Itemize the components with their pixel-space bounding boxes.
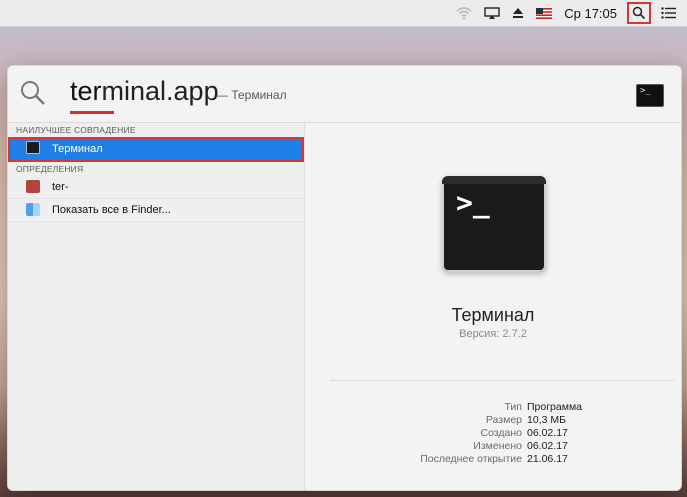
section-header-definitions: ОПРЕДЕЛЕНИЯ <box>16 164 84 174</box>
terminal-prompt-glyph: >_ <box>456 186 490 219</box>
result-show-all-in-finder[interactable]: Показать все в Finder... <box>8 199 304 222</box>
spotlight-window: terminal.app — Терминал НАИЛУЧШЕЕ СОВПАД… <box>7 65 682 491</box>
preview-app-name: Терминал <box>451 305 535 325</box>
eject-icon[interactable] <box>512 2 524 24</box>
search-icon <box>18 78 48 113</box>
meta-key: Тип <box>504 401 522 413</box>
result-label: Терминал <box>52 143 103 155</box>
query-highlight-underline <box>70 111 114 114</box>
meta-key: Последнее открытие <box>420 453 522 465</box>
meta-row-size: Размер 10,3 МБ <box>305 414 681 427</box>
meta-value: 10,3 МБ <box>527 414 566 426</box>
meta-value: 06.02.17 <box>527 427 568 439</box>
finder-icon <box>26 203 40 216</box>
airplay-icon[interactable] <box>484 2 500 24</box>
results-list: НАИЛУЧШЕЕ СОВПАДЕНИЕ Терминал ОПРЕДЕЛЕНИ… <box>8 123 305 490</box>
spotlight-search-bar[interactable]: terminal.app — Терминал <box>8 66 681 123</box>
meta-value: Программа <box>527 401 583 413</box>
meta-row-last-opened: Последнее открытие 21.06.17 <box>305 453 681 466</box>
spotlight-search-icon[interactable] <box>627 2 651 24</box>
query-hint: — Терминал <box>216 88 287 102</box>
menu-bar: Ср 17:05 <box>0 0 687 27</box>
terminal-icon <box>636 84 664 107</box>
meta-row-modified: Изменено 06.02.17 <box>305 440 681 453</box>
section-header-top-hit: НАИЛУЧШЕЕ СОВПАДЕНИЕ <box>16 125 136 135</box>
terminal-icon <box>26 141 40 154</box>
meta-key: Размер <box>485 414 522 426</box>
meta-key: Создано <box>480 427 523 439</box>
query-autocomplete: minal.app <box>101 76 219 106</box>
preview-pane: >_ Терминал Версия: 2.7.2 Тип Программа … <box>305 123 681 490</box>
notification-list-icon[interactable] <box>657 2 681 24</box>
preview-metadata: Тип Программа Размер 10,3 МБ Создано 06.… <box>305 401 681 466</box>
query-typed: ter <box>70 76 102 106</box>
meta-row-type: Тип Программа <box>305 401 681 414</box>
meta-value: 21.06.17 <box>527 453 568 465</box>
menubar-clock[interactable]: Ср 17:05 <box>564 2 617 24</box>
result-label: ter- <box>52 181 69 193</box>
preview-app-version: Версия: 2.7.2 <box>459 328 527 340</box>
meta-row-created: Создано 06.02.17 <box>305 427 681 440</box>
meta-key: Изменено <box>473 440 522 452</box>
dictionary-icon <box>26 180 40 193</box>
search-input[interactable]: terminal.app <box>70 76 219 107</box>
terminal-app-icon[interactable]: >_ <box>442 176 546 272</box>
divider <box>330 380 675 381</box>
result-label: Показать все в Finder... <box>52 204 171 216</box>
meta-value: 06.02.17 <box>527 440 568 452</box>
result-definition-ter[interactable]: ter- <box>8 176 304 199</box>
flag-icon[interactable] <box>536 2 553 24</box>
wifi-icon[interactable] <box>456 2 472 24</box>
result-terminal[interactable]: Терминал <box>8 137 304 162</box>
